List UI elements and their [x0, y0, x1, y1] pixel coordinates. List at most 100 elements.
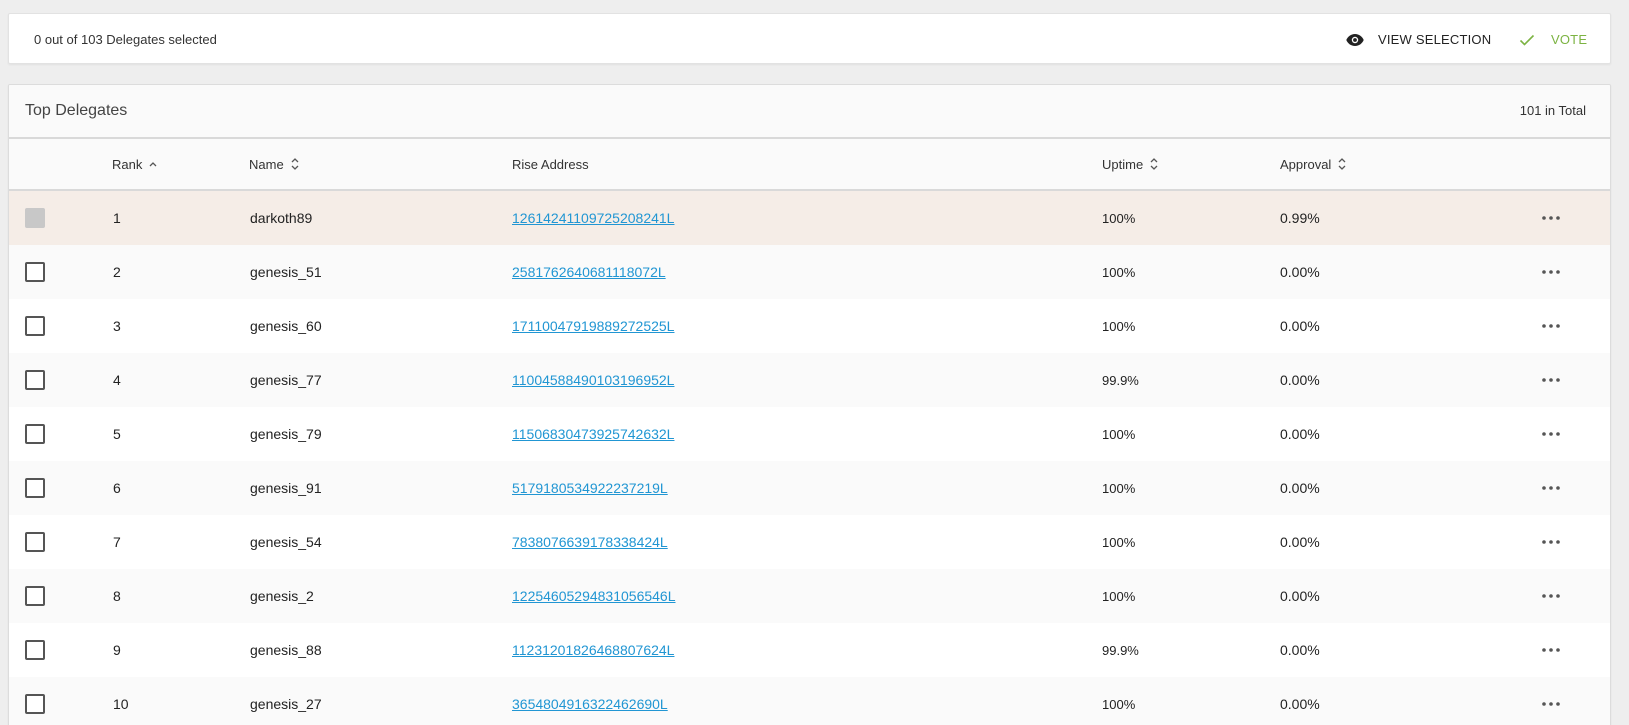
- uptime-cell: 100%: [1102, 696, 1136, 712]
- unfold-icon: [1150, 157, 1158, 171]
- rank-cell: 4: [113, 372, 121, 388]
- more-horizontal-icon[interactable]: [1542, 432, 1560, 436]
- uptime-column-header[interactable]: Uptime: [1102, 139, 1158, 189]
- table-row: 5 genesis_79 11506830473925742632L 100% …: [9, 407, 1610, 461]
- view-selection-button[interactable]: VIEW SELECTION: [1346, 14, 1491, 65]
- row-menu-cell: [1542, 515, 1560, 569]
- delegate-name: genesis_79: [250, 426, 322, 442]
- chevron-up-icon: [149, 161, 157, 167]
- row-checkbox[interactable]: [25, 640, 45, 660]
- address-cell: 11506830473925742632L: [512, 407, 674, 461]
- approval-cell: 0.00%: [1280, 534, 1320, 550]
- rank-cell: 7: [113, 534, 121, 550]
- address-cell: 12614241109725208241L: [512, 191, 674, 245]
- rank-cell: 2: [113, 264, 121, 280]
- rise-address-link[interactable]: 17110047919889272525L: [512, 318, 674, 334]
- row-select-cell: [25, 461, 45, 515]
- selection-bar: 0 out of 103 Delegates selected VIEW SEL…: [8, 13, 1611, 64]
- more-horizontal-icon[interactable]: [1542, 594, 1560, 598]
- vote-label: VOTE: [1551, 32, 1588, 47]
- name-header-label: Name: [249, 156, 284, 172]
- delegate-name: darkoth89: [250, 210, 313, 226]
- row-checkbox[interactable]: [25, 694, 45, 714]
- name-column-header[interactable]: Name: [249, 139, 299, 189]
- delegates-table-body: 1 darkoth89 12614241109725208241L 100% 0…: [9, 191, 1610, 725]
- address-cell: 7838076639178338424L: [512, 515, 668, 569]
- rise-address-link[interactable]: 11004588490103196952L: [512, 372, 674, 388]
- row-checkbox[interactable]: [25, 532, 45, 552]
- row-checkbox[interactable]: [25, 586, 45, 606]
- row-checkbox: [25, 208, 45, 228]
- more-horizontal-icon[interactable]: [1542, 540, 1560, 544]
- more-horizontal-icon[interactable]: [1542, 702, 1560, 706]
- more-horizontal-icon[interactable]: [1542, 270, 1560, 274]
- row-checkbox[interactable]: [25, 478, 45, 498]
- more-horizontal-icon[interactable]: [1542, 378, 1560, 382]
- row-select-cell: [25, 569, 45, 623]
- approval-cell: 0.99%: [1280, 210, 1320, 226]
- delegate-name: genesis_60: [250, 318, 322, 334]
- row-checkbox[interactable]: [25, 316, 45, 336]
- approval-column-header[interactable]: Approval: [1280, 139, 1346, 189]
- row-menu-cell: [1542, 569, 1560, 623]
- approval-cell: 0.00%: [1280, 426, 1320, 442]
- row-select-cell: [25, 299, 45, 353]
- approval-header-label: Approval: [1280, 156, 1332, 172]
- vote-button[interactable]: VOTE: [1519, 14, 1587, 65]
- rise-address-link[interactable]: 12614241109725208241L: [512, 210, 674, 226]
- delegate-name: genesis_51: [250, 264, 322, 280]
- address-cell: 2581762640681118072L: [512, 245, 666, 299]
- row-select-cell: [25, 407, 45, 461]
- rise-address-link[interactable]: 3654804916322462690L: [512, 696, 668, 712]
- uptime-cell: 100%: [1102, 480, 1136, 496]
- table-row: 8 genesis_2 12254605294831056546L 100% 0…: [9, 569, 1610, 623]
- address-cell: 17110047919889272525L: [512, 299, 674, 353]
- approval-cell: 0.00%: [1280, 318, 1320, 334]
- view-selection-label: VIEW SELECTION: [1378, 32, 1492, 47]
- row-menu-cell: [1542, 623, 1560, 677]
- delegate-name: genesis_77: [250, 372, 322, 388]
- rise-address-link[interactable]: 5179180534922237219L: [512, 480, 668, 496]
- rank-column-header[interactable]: Rank: [112, 139, 157, 189]
- rise-address-link[interactable]: 11506830473925742632L: [512, 426, 674, 442]
- address-cell: 3654804916322462690L: [512, 677, 668, 725]
- more-horizontal-icon[interactable]: [1542, 486, 1560, 490]
- row-select-cell: [25, 353, 45, 407]
- more-horizontal-icon[interactable]: [1542, 648, 1560, 652]
- rank-cell: 3: [113, 318, 121, 334]
- approval-cell: 0.00%: [1280, 588, 1320, 604]
- row-select-cell: [25, 623, 45, 677]
- rank-cell: 8: [113, 588, 121, 604]
- row-checkbox[interactable]: [25, 370, 45, 390]
- address-cell: 12254605294831056546L: [512, 569, 676, 623]
- approval-cell: 0.00%: [1280, 480, 1320, 496]
- uptime-cell: 99.9%: [1102, 372, 1139, 388]
- row-select-cell: [25, 677, 45, 725]
- rise-address-link[interactable]: 11231201826468807624L: [512, 642, 674, 658]
- row-checkbox[interactable]: [25, 424, 45, 444]
- table-row: 4 genesis_77 11004588490103196952L 99.9%…: [9, 353, 1610, 407]
- check-icon: [1519, 34, 1535, 46]
- address-cell: 11231201826468807624L: [512, 623, 674, 677]
- more-horizontal-icon[interactable]: [1542, 216, 1560, 220]
- rise-address-link[interactable]: 12254605294831056546L: [512, 588, 676, 604]
- card-header: Top Delegates 101 in Total: [9, 85, 1610, 139]
- row-menu-cell: [1542, 299, 1560, 353]
- table-row: 3 genesis_60 17110047919889272525L 100% …: [9, 299, 1610, 353]
- row-checkbox[interactable]: [25, 262, 45, 282]
- delegate-name: genesis_27: [250, 696, 322, 712]
- table-row: 7 genesis_54 7838076639178338424L 100% 0…: [9, 515, 1610, 569]
- row-menu-cell: [1542, 677, 1560, 725]
- rise-address-link[interactable]: 7838076639178338424L: [512, 534, 668, 550]
- row-menu-cell: [1542, 407, 1560, 461]
- unfold-icon: [1338, 157, 1346, 171]
- top-delegates-card: Top Delegates 101 in Total Rank Name Ris…: [8, 84, 1611, 725]
- rise-address-link[interactable]: 2581762640681118072L: [512, 264, 666, 280]
- address-column-header: Rise Address: [512, 139, 589, 189]
- uptime-cell: 100%: [1102, 426, 1136, 442]
- delegates-total: 101 in Total: [1519, 103, 1586, 118]
- table-header: Rank Name Rise Address Uptime Approval: [9, 139, 1610, 191]
- more-horizontal-icon[interactable]: [1542, 324, 1560, 328]
- row-select-cell: [25, 191, 45, 245]
- address-cell: 11004588490103196952L: [512, 353, 674, 407]
